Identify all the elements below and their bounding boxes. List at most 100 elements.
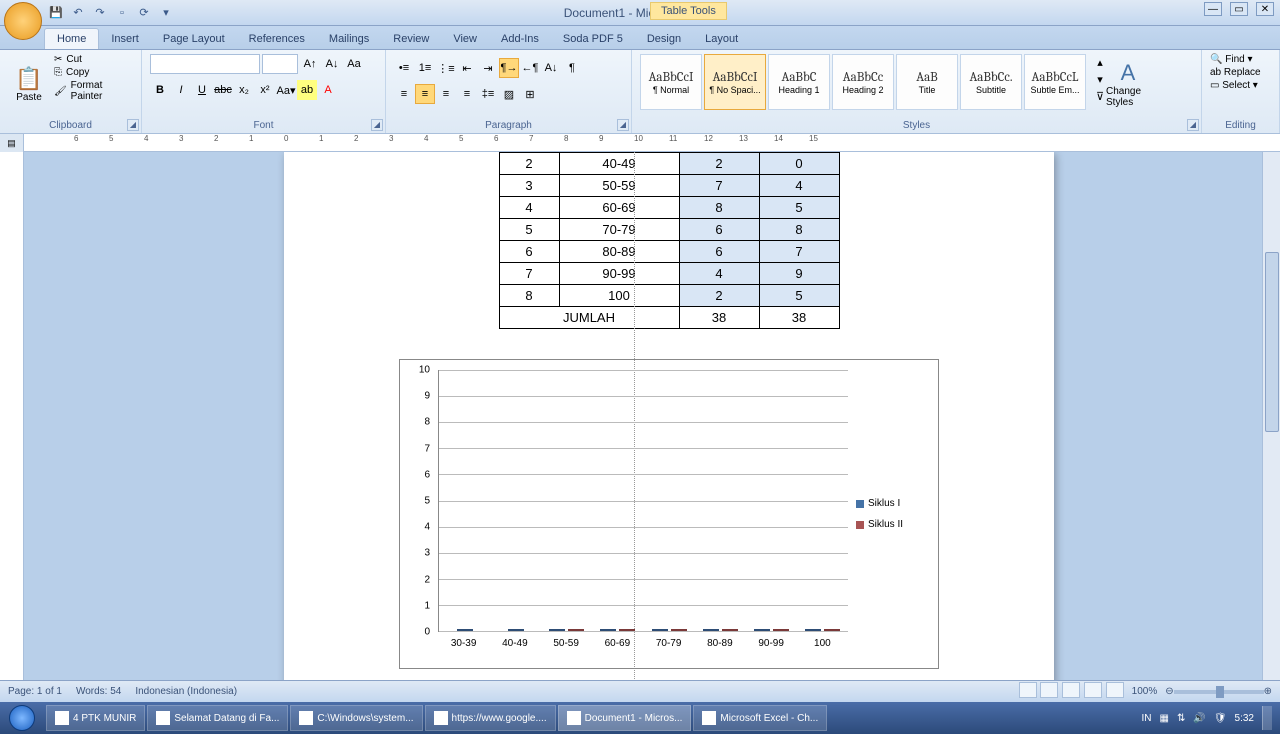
close-button[interactable]: ✕ [1256,2,1274,16]
bullets-icon[interactable]: •≡ [394,58,414,78]
font-size-input[interactable] [262,54,298,74]
print-layout-icon[interactable] [1019,682,1037,698]
tab-home[interactable]: Home [44,28,99,49]
tray-flag-icon[interactable]: ▦ [1160,713,1169,724]
zoom-in-button[interactable]: ⊕ [1264,686,1272,697]
paragraph-dialog-launcher[interactable]: ◢ [617,119,629,131]
status-words[interactable]: Words: 54 [76,686,121,697]
grow-font-icon[interactable]: A↑ [300,54,320,74]
borders-icon[interactable]: ⊞ [520,84,540,104]
minimize-button[interactable]: — [1204,2,1222,16]
style-item[interactable]: AaBbCc.Subtitle [960,54,1022,110]
font-dialog-launcher[interactable]: ◢ [371,119,383,131]
full-screen-icon[interactable] [1040,682,1058,698]
replace-button[interactable]: ab Replace [1210,67,1261,78]
draft-icon[interactable] [1106,682,1124,698]
tray-network-icon[interactable]: ⇅ [1177,713,1185,724]
taskbar-item[interactable]: https://www.google.... [425,705,556,731]
shading-icon[interactable]: ▨ [499,84,519,104]
tray-shield-icon[interactable]: 🛡 [1214,713,1227,724]
clear-format-icon[interactable]: Aa [344,54,364,74]
scroll-thumb[interactable] [1265,252,1279,432]
zoom-out-button[interactable]: ⊖ [1165,686,1173,697]
refresh-icon[interactable]: ⟳ [136,5,152,21]
tray-time[interactable]: 5:32 [1235,713,1254,724]
status-language[interactable]: Indonesian (Indonesia) [135,686,237,697]
ltr-icon[interactable]: ¶→ [499,58,519,78]
underline-icon[interactable]: U [192,80,212,100]
tray-volume-icon[interactable]: 🔊 [1193,713,1205,724]
save-icon[interactable]: 💾 [48,5,64,21]
paste-button[interactable]: 📋 Paste [8,54,50,114]
status-page[interactable]: Page: 1 of 1 [8,686,62,697]
undo-icon[interactable]: ↶ [70,5,86,21]
table-total-row[interactable]: JUMLAH3838 [499,307,839,329]
sort-icon[interactable]: A↓ [541,58,561,78]
subscript-icon[interactable]: x₂ [234,80,254,100]
table-row[interactable]: 790-9949 [499,263,839,285]
tab-mailings[interactable]: Mailings [317,29,381,49]
align-right-icon[interactable]: ≡ [436,84,456,104]
style-item[interactable]: AaBbCcHeading 2 [832,54,894,110]
change-case-icon[interactable]: Aa▾ [276,80,296,100]
shrink-font-icon[interactable]: A↓ [322,54,342,74]
align-left-icon[interactable]: ≡ [394,84,414,104]
tab-design[interactable]: Design [635,29,693,49]
table-row[interactable]: 810025 [499,285,839,307]
highlight-icon[interactable]: ab [297,80,317,100]
change-styles-button[interactable]: A Change Styles [1106,54,1150,114]
new-icon[interactable]: ▫ [114,5,130,21]
table-row[interactable]: 570-7968 [499,219,839,241]
style-item[interactable]: AaBbCcI¶ Normal [640,54,702,110]
style-item[interactable]: AaBTitle [896,54,958,110]
embedded-chart[interactable]: 012345678910 30-3940-4950-5960-6970-7980… [399,359,939,669]
format-painter-button[interactable]: 🖌Format Painter [54,80,133,102]
view-buttons[interactable] [1018,682,1124,701]
tab-references[interactable]: References [237,29,317,49]
vertical-scrollbar[interactable] [1262,152,1280,680]
tab-insert[interactable]: Insert [99,29,151,49]
taskbar-item[interactable]: Microsoft Excel - Ch... [693,705,827,731]
maximize-button[interactable]: ▭ [1230,2,1248,16]
vertical-ruler[interactable] [0,152,24,680]
strike-icon[interactable]: abc [213,80,233,100]
ruler-corner[interactable]: ▤ [0,134,24,152]
rtl-icon[interactable]: ←¶ [520,58,540,78]
outdent-icon[interactable]: ⇤ [457,58,477,78]
taskbar-item[interactable]: Selamat Datang di Fa... [147,705,288,731]
table-row[interactable]: 350-5974 [499,175,839,197]
zoom-slider[interactable] [1174,690,1264,694]
select-button[interactable]: ▭ Select ▾ [1210,80,1261,91]
numbering-icon[interactable]: 1≡ [415,58,435,78]
tab-review[interactable]: Review [381,29,441,49]
qat-dropdown-icon[interactable]: ▾ [158,5,174,21]
table-row[interactable]: 460-6985 [499,197,839,219]
tab-view[interactable]: View [441,29,489,49]
indent-icon[interactable]: ⇥ [478,58,498,78]
style-item[interactable]: AaBbCcI¶ No Spaci... [704,54,766,110]
zoom-level[interactable]: 100% [1132,686,1158,697]
tab-layout[interactable]: Layout [693,29,750,49]
show-marks-icon[interactable]: ¶ [562,58,582,78]
superscript-icon[interactable]: x² [255,80,275,100]
styles-dialog-launcher[interactable]: ◢ [1187,119,1199,131]
horizontal-ruler[interactable]: 6543210123456789101112131415 [24,134,1280,151]
font-color-icon[interactable]: A [318,80,338,100]
tray-lang[interactable]: IN [1142,713,1152,724]
bold-icon[interactable]: B [150,80,170,100]
multilevel-icon[interactable]: ⋮≡ [436,58,456,78]
tab-page-layout[interactable]: Page Layout [151,29,237,49]
web-layout-icon[interactable] [1062,682,1080,698]
data-table[interactable]: 240-4920350-5974460-6985570-7968680-8967… [499,152,840,329]
table-row[interactable]: 680-8967 [499,241,839,263]
document-area[interactable]: 240-4920350-5974460-6985570-7968680-8967… [24,152,1262,680]
find-button[interactable]: 🔍 Find ▾ [1210,54,1261,65]
justify-icon[interactable]: ≡ [457,84,477,104]
office-button[interactable] [4,2,42,40]
line-spacing-icon[interactable]: ‡≡ [478,84,498,104]
taskbar-item[interactable]: 4 PTK MUNIR [46,705,145,731]
cut-button[interactable]: ✂Cut [54,54,133,65]
table-row[interactable]: 240-4920 [499,153,839,175]
italic-icon[interactable]: I [171,80,191,100]
taskbar-item[interactable]: Document1 - Micros... [558,705,692,731]
